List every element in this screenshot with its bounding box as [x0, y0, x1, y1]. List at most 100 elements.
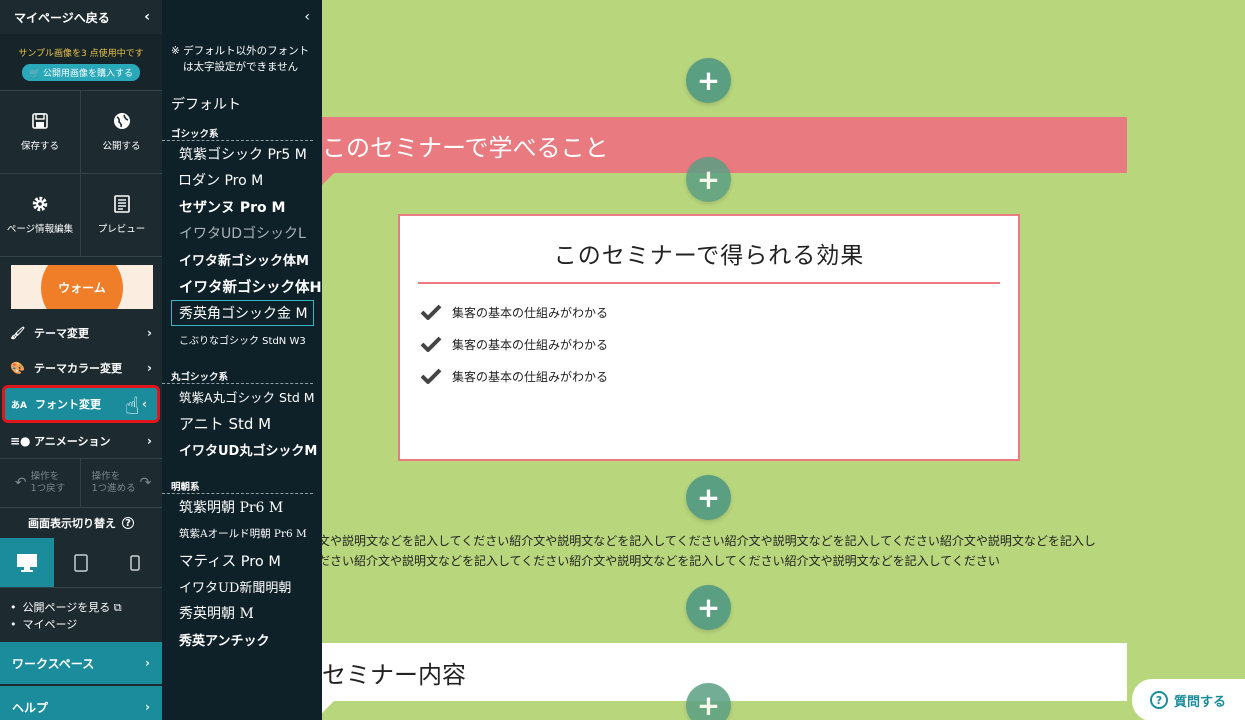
preview-button[interactable]: プレビュー [81, 174, 162, 257]
desktop-icon [17, 553, 37, 572]
view-switch-label: 画面表示切り替え [28, 517, 116, 530]
font-option[interactable]: イワタUD丸ゴシックM [162, 437, 322, 464]
heading-tail [322, 173, 334, 185]
sample-notice-text: サンプル画像を3 点使用中です [18, 49, 144, 59]
menu-font-change[interactable]: あA フォント変更 ‹ ☝ [2, 385, 160, 423]
workspace-button[interactable]: ワークスペース › [0, 642, 162, 686]
chevron-right-icon: › [147, 433, 152, 448]
font-option[interactable]: セザンヌ Pro M [162, 194, 322, 221]
preview-label: プレビュー [97, 224, 146, 235]
check-item: 集客の基本の仕組みがわかる [420, 296, 1018, 328]
font-option-default[interactable]: デフォルト [162, 94, 322, 118]
font-note: ※ デフォルト以外のフォント は太字設定ができません [162, 44, 322, 76]
add-section-button[interactable]: + [686, 683, 731, 720]
section-heading-learn-text: このセミナーで学べること [322, 133, 609, 162]
body-line-2: ださい紹介文や説明文などを記入してください紹介文や説明文などを記入してください紹… [318, 553, 1000, 568]
redo-button[interactable]: 操作を 1つ進める ↷ [81, 459, 162, 507]
font-option[interactable]: イワタ新ゴシック体M [162, 247, 322, 274]
body-line-1: 文や説明文などを記入してください紹介文や説明文などを記入してください紹介文や説明… [318, 534, 1096, 548]
font-option[interactable]: 筑紫明朝 Pr6 M [162, 494, 322, 521]
redo-label: 操作を 1つ進める [92, 471, 136, 496]
font-option[interactable]: 筑紫Aオールド明朝 Pr6 M [162, 521, 322, 548]
sample-image-notice: サンプル画像を3 点使用中です 🛒 公開用画像を購入する [0, 34, 162, 90]
chevron-right-icon: › [145, 656, 150, 670]
ask-question-button[interactable]: ? 質問する [1132, 679, 1245, 720]
save-button[interactable]: 保存する [0, 91, 81, 174]
undo-icon: ↶ [14, 474, 27, 491]
font-option-selected[interactable]: 秀英角ゴシック金 M [171, 299, 314, 326]
chevron-right-icon: › [147, 325, 152, 340]
save-label: 保存する [20, 141, 59, 152]
add-section-button[interactable]: + [686, 58, 731, 103]
effects-card[interactable]: このセミナーで得られる効果 集客の基本の仕組みがわかる 集客の基本の仕組みがわか… [398, 214, 1020, 461]
font-option[interactable]: ロダン Pro M [162, 167, 322, 194]
font-option[interactable]: 秀英アンチック [162, 627, 322, 654]
chevron-left-icon: ‹ [304, 9, 310, 25]
font-category-mincho: 明朝系 [162, 479, 313, 494]
font-option[interactable]: イワタ新ゴシック体H [162, 273, 322, 300]
sidebar: マイページへ戻る ‹ サンプル画像を3 点使用中です 🛒 公開用画像を購入する … [0, 0, 162, 720]
font-option[interactable]: イワタUDゴシックL [162, 220, 322, 247]
globe-icon [113, 113, 130, 129]
theme-preview[interactable]: ウォーム [11, 265, 153, 309]
card-divider [418, 282, 1000, 284]
view-switch-title: 画面表示切り替え ? [0, 508, 162, 538]
view-public-label: 公開ページを見る [22, 601, 111, 614]
question-icon: ? [1150, 691, 1168, 709]
font-option[interactable]: 筑紫ゴシック Pr5 M [162, 141, 322, 168]
undo-button[interactable]: ↶ 操作を 1つ戻す [0, 459, 81, 507]
theme-name: ウォーム [58, 281, 106, 295]
chevron-right-icon: › [145, 700, 150, 714]
hand-cursor-icon: ☝ [125, 392, 140, 420]
help-button[interactable]: ヘルプ › [0, 686, 162, 720]
check-item-text: 集客の基本の仕組みがわかる [452, 305, 609, 320]
font-category-gothic: ゴシック系 [162, 126, 313, 141]
add-section-button[interactable]: + [686, 475, 731, 520]
effects-card-title: このセミナーで得られる効果 [553, 243, 865, 269]
font-option[interactable]: 秀英明朝 M [162, 600, 322, 627]
checkmark-icon [420, 304, 442, 320]
buy-image-button[interactable]: 🛒 公開用画像を購入する [21, 64, 141, 81]
desktop-view-button[interactable] [0, 538, 54, 587]
tablet-view-button[interactable] [54, 538, 108, 587]
menu-theme-change[interactable]: 🖌 テーマ変更 › [0, 315, 162, 350]
font-panel-close-button[interactable]: ‹ [162, 0, 322, 34]
menu-animation[interactable]: ≡● アニメーション › [0, 423, 162, 458]
undo-redo-row: ↶ 操作を 1つ戻す 操作を 1つ進める ↷ [0, 458, 162, 508]
menu-font-change-label: フォント変更 [35, 398, 101, 411]
help-circle-icon[interactable]: ? [122, 517, 134, 529]
publish-button[interactable]: 公開する [81, 91, 162, 174]
paint-roller-icon: 🖌 [10, 325, 26, 340]
font-icon: あA [11, 400, 27, 411]
redo-icon: ↷ [139, 474, 152, 491]
redo-label-1: 操作を [91, 470, 121, 482]
menu-animation-label: アニメーション [34, 434, 111, 448]
font-option[interactable]: アニト Std M [162, 410, 322, 437]
view-public-page-link[interactable]: 公開ページを見る ⧉ [10, 600, 162, 617]
heading-tail [322, 701, 334, 713]
undo-label-2: 1つ戻す [30, 483, 66, 494]
workspace-label: ワークスペース [12, 656, 95, 671]
font-option[interactable]: マティス Pro M [162, 547, 322, 574]
menu-theme-color[interactable]: 🎨 テーマカラー変更 › [0, 350, 162, 385]
back-label: マイページへ戻る [14, 10, 110, 25]
chevron-right-icon: › [147, 360, 152, 375]
animation-icon: ≡● [10, 433, 31, 448]
undo-label-1: 操作を [30, 470, 60, 482]
action-grid: 保存する 公開する ページ情報編集 プレビュー [0, 90, 162, 257]
intro-body-text[interactable]: 文や説明文などを記入してください紹介文や説明文などを記入してください紹介文や説明… [318, 532, 1130, 572]
back-to-mypage-button[interactable]: マイページへ戻る ‹ [0, 0, 162, 34]
page-info-button[interactable]: ページ情報編集 [0, 174, 81, 257]
add-section-button[interactable]: + [686, 585, 731, 630]
checkmark-icon [420, 368, 442, 384]
add-section-button[interactable]: + [686, 157, 731, 202]
check-item-text: 集客の基本の仕組みがわかる [452, 337, 609, 352]
palette-icon: 🎨 [10, 360, 25, 375]
font-option[interactable]: 筑紫A丸ゴシック Std M [162, 384, 322, 411]
menu-theme-change-label: テーマ変更 [34, 326, 89, 340]
font-option[interactable]: こぶりなゴシック StdN W3 [162, 326, 322, 353]
sidebar-links: 公開ページを見る ⧉ マイページ [0, 588, 162, 642]
font-option[interactable]: イワタUD新聞明朝 [162, 574, 322, 601]
mobile-view-button[interactable] [108, 538, 162, 587]
mypage-link[interactable]: マイページ [10, 617, 162, 634]
